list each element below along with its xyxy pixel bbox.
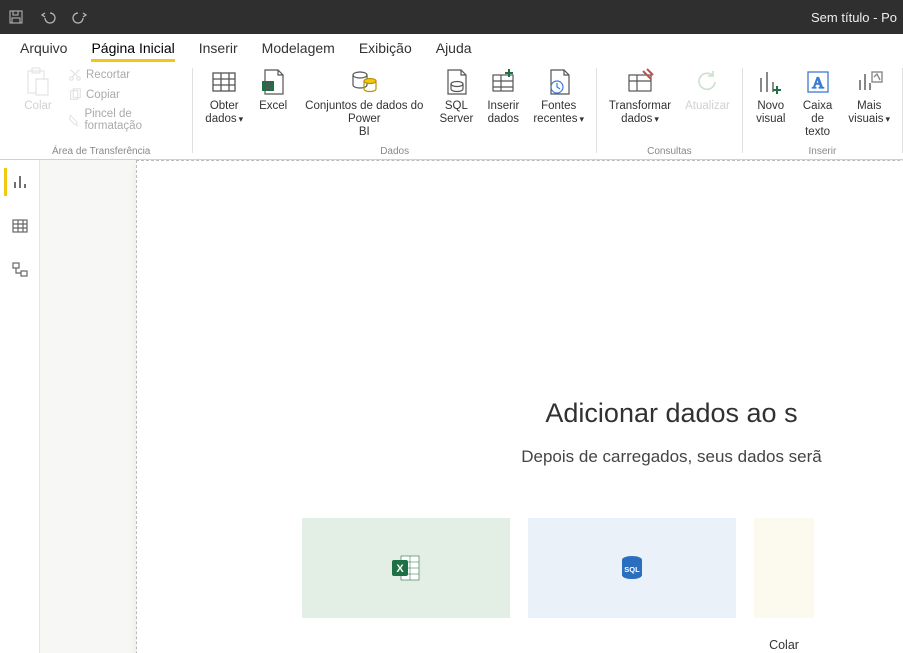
quick-access-toolbar bbox=[6, 7, 90, 27]
card-labels: Colar bbox=[302, 628, 814, 653]
text-box-button[interactable]: A Caixa de texto bbox=[797, 64, 839, 140]
copy-button: Copiar bbox=[64, 86, 184, 104]
view-data-button[interactable] bbox=[6, 212, 34, 240]
tab-view[interactable]: Exibição bbox=[359, 36, 412, 62]
group-queries: Transformar dados▾ Atualizar Consultas bbox=[597, 62, 742, 159]
more-visuals-button[interactable]: Mais visuais▾ bbox=[844, 64, 894, 126]
refresh-icon bbox=[691, 66, 723, 98]
view-switcher bbox=[0, 160, 40, 653]
group-data: Obter dados▾ X Excel Conjuntos de dados … bbox=[193, 62, 596, 159]
undo-icon[interactable] bbox=[38, 7, 58, 27]
svg-text:X: X bbox=[396, 563, 404, 575]
excel-button[interactable]: X Excel bbox=[253, 64, 293, 113]
group-label-queries: Consultas bbox=[647, 147, 691, 159]
empty-state-subtitle: Depois de carregados, seus dados serã bbox=[40, 447, 903, 467]
title-bar: Sem título - Po bbox=[0, 0, 903, 34]
view-model-button[interactable] bbox=[6, 256, 34, 284]
refresh-button: Atualizar bbox=[681, 64, 734, 113]
recent-icon bbox=[543, 66, 575, 98]
svg-text:SQL: SQL bbox=[624, 565, 640, 574]
cut-button: Recortar bbox=[64, 66, 184, 84]
data-source-cards: X SQL bbox=[302, 518, 814, 618]
group-label-insert: Inserir bbox=[809, 147, 837, 159]
tab-insert[interactable]: Inserir bbox=[199, 36, 238, 62]
save-icon[interactable] bbox=[6, 7, 26, 27]
report-view-icon bbox=[12, 173, 30, 191]
group-clipboard: Colar Recortar Copiar Pincel de formataç… bbox=[10, 62, 192, 159]
empty-state: Adicionar dados ao s Depois de carregado… bbox=[40, 398, 903, 467]
card-excel-label bbox=[302, 628, 510, 653]
paste-button: Colar bbox=[18, 64, 58, 113]
get-data-button[interactable]: Obter dados▾ bbox=[201, 64, 247, 126]
ribbon-tabs: Arquivo Página Inicial Inserir Modelagem… bbox=[0, 34, 903, 62]
canvas-area: Adicionar dados ao s Depois de carregado… bbox=[40, 160, 903, 653]
new-visual-button[interactable]: Novo visual bbox=[751, 64, 791, 126]
recent-sources-button[interactable]: Fontes recentes▾ bbox=[529, 64, 588, 126]
redo-icon[interactable] bbox=[70, 7, 90, 27]
tab-home[interactable]: Página Inicial bbox=[91, 36, 174, 62]
insert-data-button[interactable]: Inserir dados bbox=[483, 64, 523, 126]
sql-card-icon: SQL bbox=[615, 551, 649, 585]
ribbon: Colar Recortar Copiar Pincel de formataç… bbox=[0, 62, 903, 160]
sql-icon bbox=[440, 66, 472, 98]
cut-icon bbox=[68, 68, 82, 82]
card-sql[interactable]: SQL bbox=[528, 518, 736, 618]
tab-modeling[interactable]: Modelagem bbox=[262, 36, 335, 62]
svg-text:X: X bbox=[266, 82, 272, 91]
sql-server-button[interactable]: SQL Server bbox=[435, 64, 477, 126]
more-visuals-icon bbox=[853, 66, 885, 98]
clipboard-small-buttons: Recortar Copiar Pincel de formatação bbox=[64, 64, 184, 134]
group-insert: Novo visual A Caixa de texto Mais visuai… bbox=[743, 62, 902, 159]
group-label-data: Dados bbox=[380, 147, 409, 159]
excel-icon: X bbox=[257, 66, 289, 98]
card-paste-label: Colar bbox=[754, 628, 814, 653]
database-stack-icon bbox=[348, 66, 380, 98]
format-painter-button: Pincel de formatação bbox=[64, 106, 184, 134]
group-label-clipboard: Área de Transferência bbox=[52, 147, 150, 159]
pbi-datasets-button[interactable]: Conjuntos de dados do Power BI bbox=[299, 64, 429, 140]
model-view-icon bbox=[11, 261, 29, 279]
empty-state-title: Adicionar dados ao s bbox=[40, 398, 903, 429]
paste-label: Colar bbox=[24, 100, 51, 113]
card-sql-label bbox=[528, 628, 736, 653]
new-visual-icon bbox=[755, 66, 787, 98]
svg-text:A: A bbox=[812, 75, 824, 92]
insert-data-icon bbox=[487, 66, 519, 98]
get-data-icon bbox=[208, 66, 240, 98]
tab-help[interactable]: Ajuda bbox=[436, 36, 472, 62]
tab-file[interactable]: Arquivo bbox=[20, 36, 67, 62]
card-excel[interactable]: X bbox=[302, 518, 510, 618]
card-paste[interactable] bbox=[754, 518, 814, 618]
text-box-icon: A bbox=[802, 66, 834, 98]
data-view-icon bbox=[11, 217, 29, 235]
view-report-button[interactable] bbox=[4, 168, 32, 196]
copy-icon bbox=[68, 88, 82, 102]
transform-icon bbox=[624, 66, 656, 98]
window-title: Sem título - Po bbox=[811, 10, 897, 25]
excel-card-icon: X bbox=[388, 550, 424, 586]
brush-icon bbox=[68, 113, 80, 127]
paste-icon bbox=[22, 66, 54, 98]
transform-data-button[interactable]: Transformar dados▾ bbox=[605, 64, 675, 126]
